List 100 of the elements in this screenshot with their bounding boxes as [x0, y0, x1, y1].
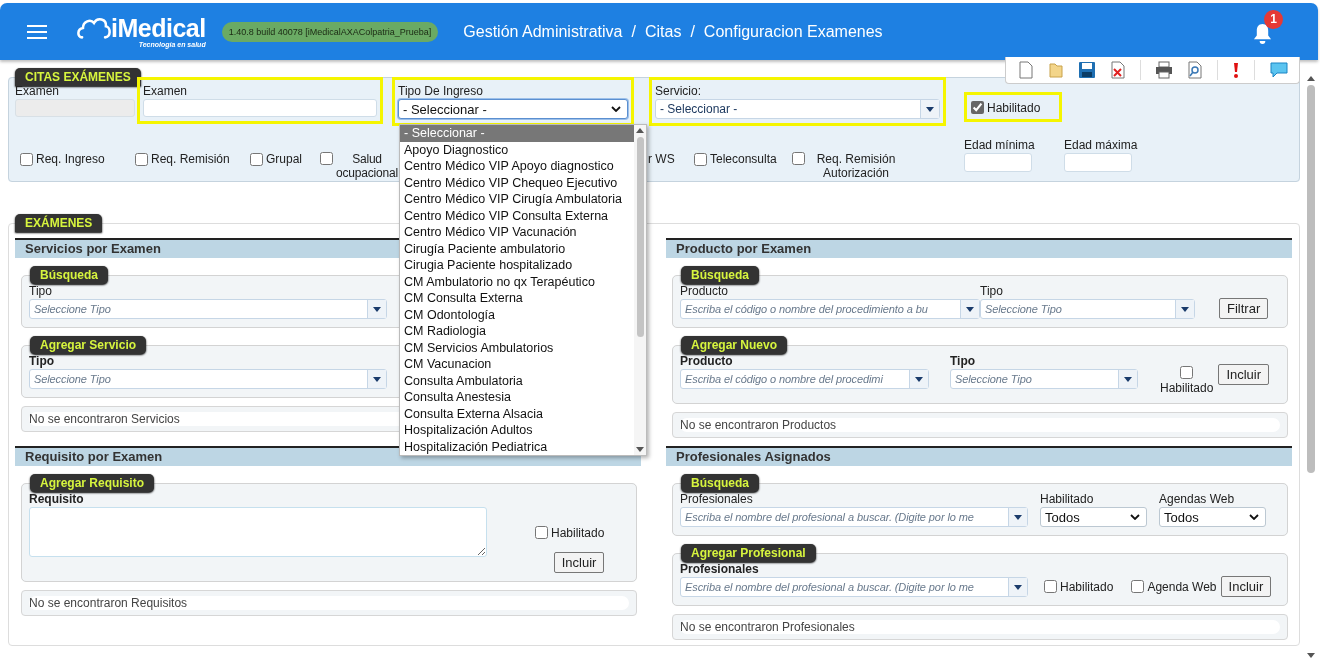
- document-search-icon[interactable]: [1187, 61, 1203, 79]
- combo-field[interactable]: Escriba el código o nombre del procedimiento a bu: [680, 299, 980, 319]
- min-age-field[interactable]: [964, 153, 1032, 172]
- notification-bell-icon[interactable]: [1253, 22, 1272, 44]
- menu-icon[interactable]: [27, 24, 47, 39]
- new-document-icon[interactable]: [1018, 61, 1034, 79]
- dropdown-option[interactable]: CM Consulta Externa: [400, 290, 634, 307]
- dropdown-option[interactable]: Cirugia Paciente hospitalizado: [400, 257, 634, 274]
- field-label: Tipo De Ingreso: [398, 84, 483, 98]
- delete-document-icon[interactable]: [1110, 61, 1126, 79]
- chat-icon[interactable]: [1269, 61, 1289, 79]
- field-label: Tipo: [29, 284, 52, 298]
- field-label: Requisito: [29, 492, 84, 506]
- field-label: Producto: [680, 284, 729, 298]
- field-label: Profesionales: [680, 562, 759, 576]
- checkbox-label: Habilitado: [1060, 580, 1114, 594]
- scroll-down-icon[interactable]: [636, 447, 644, 452]
- dropdown-option[interactable]: Centro Médico VIP Apoyo diagnostico: [400, 158, 634, 175]
- checkbox[interactable]: [792, 152, 805, 165]
- caret-icon: [611, 106, 621, 112]
- caret-down-icon: [1014, 584, 1022, 590]
- dropdown-option[interactable]: Centro Médico VIP Chequeo Ejecutivo: [400, 174, 634, 191]
- dropdown-option[interactable]: Centro Médico VIP Vacunación: [400, 224, 634, 241]
- caret-down-icon: [1014, 514, 1022, 520]
- field-label: Servicio:: [655, 84, 701, 98]
- checkbox[interactable]: [1180, 366, 1194, 379]
- empty-message: No se encontraron Productos: [680, 418, 1280, 432]
- combo-field[interactable]: Seleccione Tipo: [29, 299, 387, 319]
- caret-down-icon: [373, 376, 381, 382]
- checkbox-label: Req. Remisión Autorización: [815, 152, 897, 180]
- dropdown-option[interactable]: CM Ambulatorio no qx Terapéutico: [400, 273, 634, 290]
- combo-field[interactable]: Seleccione Tipo: [950, 369, 1138, 389]
- field-label: Agendas Web: [1159, 492, 1235, 506]
- group-legend: Búsqueda: [681, 266, 759, 284]
- dropdown-option[interactable]: Consulta Ambulatoria: [400, 372, 634, 389]
- agendas-web-select[interactable]: Todos: [1159, 507, 1266, 527]
- field-label: Examen: [143, 84, 188, 98]
- combo-field[interactable]: Seleccione Tipo: [29, 369, 387, 389]
- dropdown-option[interactable]: CM Odontología: [400, 306, 634, 323]
- filter-button[interactable]: Filtrar: [1219, 298, 1269, 319]
- section-header: Profesionales Asignados: [666, 446, 1292, 466]
- group-legend: Agregar Nuevo: [681, 336, 788, 354]
- dropdown-option[interactable]: CM Radiologia: [400, 323, 634, 340]
- breadcrumb-separator: /: [631, 22, 636, 41]
- field-label: Tipo: [29, 354, 55, 368]
- dropdown-option[interactable]: CM Servicios Ambulatorios: [400, 339, 634, 356]
- include-button[interactable]: Incluir: [1220, 576, 1272, 597]
- checkbox-label: Habilitado: [987, 101, 1041, 115]
- caret-down-icon: [1181, 306, 1189, 312]
- caret-down-icon: [1124, 376, 1132, 382]
- checkbox[interactable]: [1044, 580, 1057, 593]
- checkbox[interactable]: [1131, 580, 1145, 593]
- dropdown-option[interactable]: Consulta Anestesia: [400, 389, 634, 406]
- dropdown-option[interactable]: Cirugía Paciente ambulatorio: [400, 240, 634, 257]
- checkbox[interactable]: [535, 526, 548, 539]
- caret-down-icon: [926, 106, 934, 112]
- breadcrumb-separator: /: [690, 22, 695, 41]
- page-scrollbar[interactable]: [1304, 76, 1318, 658]
- combo-field[interactable]: Seleccione Tipo: [980, 299, 1195, 319]
- scroll-up-icon[interactable]: [636, 128, 644, 133]
- checkbox-label: Teleconsulta: [710, 152, 777, 166]
- combo-field[interactable]: Escriba el nombre del profesional a buscar. (Digite por lo me: [680, 577, 1028, 597]
- dropdown-option[interactable]: Centro Médico VIP Consulta Externa: [400, 207, 634, 224]
- dropdown-option[interactable]: Apoyo Diagnostico: [400, 141, 634, 158]
- version-badge: 1.40.8 build 40078 [iMedicalAXAColpatria_Prueba]: [221, 21, 439, 42]
- checkbox-label: Agenda Web: [1147, 580, 1217, 594]
- combo-field[interactable]: Escriba el código o nombre del procedimi: [680, 369, 929, 389]
- checkbox[interactable]: [135, 152, 148, 166]
- combo-field[interactable]: Escriba el nombre del profesional a buscar. (Digite por lo me: [680, 507, 1028, 527]
- examen-name-field[interactable]: [143, 99, 377, 117]
- checkbox[interactable]: [971, 101, 984, 114]
- checkbox[interactable]: [694, 152, 707, 166]
- field-label: Tipo: [950, 354, 976, 368]
- checkbox[interactable]: [320, 152, 333, 165]
- breadcrumb-item[interactable]: Citas: [644, 22, 682, 41]
- caret-down-icon: [966, 306, 974, 312]
- print-icon[interactable]: [1155, 61, 1173, 79]
- tipo-ingreso-select[interactable]: - Seleccionar -: [398, 99, 628, 119]
- breadcrumb-item[interactable]: Gestión Administrativa: [463, 22, 623, 41]
- checkbox-label: Habilitado: [551, 526, 605, 540]
- checkbox[interactable]: [20, 152, 33, 166]
- save-icon[interactable]: [1078, 61, 1096, 79]
- exclamation-icon[interactable]: [1232, 61, 1240, 79]
- max-age-field[interactable]: [1064, 153, 1132, 172]
- dropdown-option[interactable]: CM Vacunacion: [400, 356, 634, 373]
- dropdown-option[interactable]: Centro Médico VIP Cirugía Ambulatoria: [400, 191, 634, 208]
- scrollbar[interactable]: [634, 125, 646, 455]
- field-label: Habilitado: [1040, 492, 1094, 506]
- include-button[interactable]: Incluir: [553, 552, 605, 573]
- scroll-up-icon[interactable]: [1307, 76, 1315, 81]
- group-legend: Búsqueda: [30, 266, 108, 284]
- include-button[interactable]: Incluir: [1218, 364, 1270, 385]
- servicio-combo-field[interactable]: - Seleccionar -: [655, 99, 940, 119]
- group-legend: Búsqueda: [681, 474, 759, 492]
- dropdown-option[interactable]: - Seleccionar -: [400, 125, 634, 142]
- caret-down-icon: [915, 376, 923, 382]
- habilitado-select[interactable]: Todos: [1040, 507, 1147, 527]
- checkbox[interactable]: [250, 152, 263, 166]
- scroll-down-icon[interactable]: [1307, 653, 1315, 658]
- caret-down-icon: [373, 306, 381, 312]
